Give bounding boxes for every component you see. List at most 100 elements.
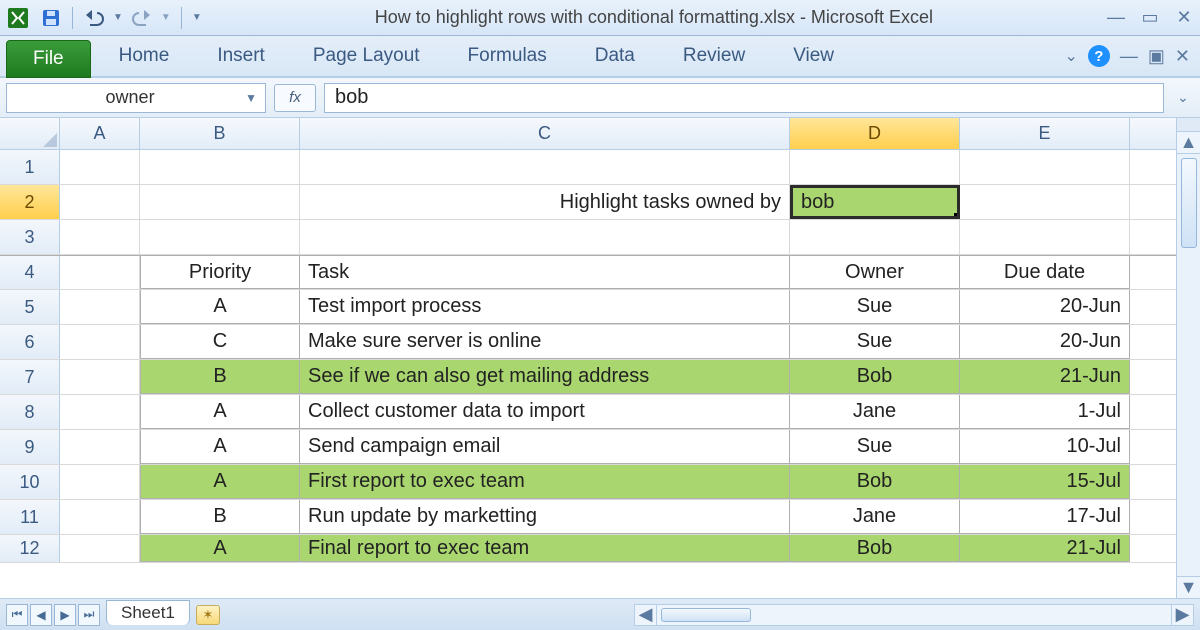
cell-b2[interactable] [140,185,300,219]
cell-task-9[interactable]: Send campaign email [300,430,790,464]
formula-input[interactable]: bob [324,83,1164,113]
cell-priority-9[interactable]: A [140,430,300,464]
sheet-nav-first-icon[interactable]: ⏮ [6,604,28,626]
workbook-minimize-icon[interactable]: — [1120,46,1138,67]
cell-c3[interactable] [300,220,790,254]
table-header-due[interactable]: Due date [960,256,1130,289]
row-header-1[interactable]: 1 [0,150,60,184]
row-header-4[interactable]: 4 [0,256,60,289]
row-header-12[interactable]: 12 [0,535,60,562]
cell-e3[interactable] [960,220,1130,254]
cell-task-12[interactable]: Final report to exec team [300,535,790,562]
scroll-left-icon[interactable]: ◀ [635,605,657,625]
cell-a11[interactable] [60,500,140,534]
cell-e2[interactable] [960,185,1130,219]
workbook-close-icon[interactable]: ✕ [1175,46,1190,67]
cell-task-7[interactable]: See if we can also get mailing address [300,360,790,394]
insert-function-button[interactable]: fx [274,84,316,112]
cell-a10[interactable] [60,465,140,499]
sheet-nav-next-icon[interactable]: ▶ [54,604,76,626]
save-icon[interactable] [40,7,62,29]
tab-formulas[interactable]: Formulas [444,36,571,76]
cell-owner-10[interactable]: Bob [790,465,960,499]
cell-a9[interactable] [60,430,140,464]
cell-task-8[interactable]: Collect customer data to import [300,395,790,429]
cell-due-6[interactable]: 20-Jun [960,325,1130,359]
tab-home[interactable]: Home [95,36,194,76]
qat-customize-icon[interactable]: ▼ [192,12,202,23]
cell-priority-7[interactable]: B [140,360,300,394]
name-box[interactable]: owner ▼ [6,83,266,113]
name-box-dropdown-icon[interactable]: ▼ [245,91,257,105]
cell-priority-5[interactable]: A [140,290,300,324]
scroll-right-icon[interactable]: ▶ [1171,605,1193,625]
table-header-owner[interactable]: Owner [790,256,960,289]
cell-a6[interactable] [60,325,140,359]
tab-view[interactable]: View [769,36,858,76]
cell-due-8[interactable]: 1-Jul [960,395,1130,429]
table-header-task[interactable]: Task [300,256,790,289]
cell-owner-7[interactable]: Bob [790,360,960,394]
tab-data[interactable]: Data [571,36,659,76]
column-header-d[interactable]: D [790,118,960,149]
cell-d2-active[interactable]: bob [790,185,960,219]
excel-app-icon[interactable] [6,6,30,30]
row-header-3[interactable]: 3 [0,220,60,254]
sheet-tab-sheet1[interactable]: Sheet1 [106,600,190,625]
cell-c1[interactable] [300,150,790,184]
minimize-icon[interactable]: — [1106,7,1126,28]
help-icon[interactable]: ? [1088,45,1110,67]
cell-task-11[interactable]: Run update by marketting [300,500,790,534]
cell-a7[interactable] [60,360,140,394]
undo-dropdown-icon[interactable]: ▼ [113,12,123,23]
split-box-icon[interactable] [1177,118,1200,132]
cell-due-9[interactable]: 10-Jul [960,430,1130,464]
redo-icon[interactable] [131,7,153,29]
new-sheet-icon[interactable]: ✶ [196,605,220,625]
cell-priority-11[interactable]: B [140,500,300,534]
redo-dropdown-icon[interactable]: ▼ [161,12,171,23]
cell-a3[interactable] [60,220,140,254]
cell-a12[interactable] [60,535,140,562]
cell-c2[interactable]: Highlight tasks owned by [300,185,790,219]
cell-d3[interactable] [790,220,960,254]
row-header-9[interactable]: 9 [0,430,60,464]
row-header-10[interactable]: 10 [0,465,60,499]
row-header-6[interactable]: 6 [0,325,60,359]
column-header-b[interactable]: B [140,118,300,149]
cell-due-7[interactable]: 21-Jun [960,360,1130,394]
cell-task-6[interactable]: Make sure server is online [300,325,790,359]
tab-insert[interactable]: Insert [193,36,289,76]
select-all-corner[interactable] [0,118,60,149]
cell-e1[interactable] [960,150,1130,184]
horizontal-scrollbar[interactable]: ◀ ▶ [634,604,1194,626]
table-header-priority[interactable]: Priority [140,256,300,289]
cell-priority-12[interactable]: A [140,535,300,562]
cell-task-10[interactable]: First report to exec team [300,465,790,499]
cell-a4[interactable] [60,256,140,289]
undo-icon[interactable] [83,7,105,29]
maximize-icon[interactable]: ▭ [1140,7,1160,28]
cell-d1[interactable] [790,150,960,184]
vertical-scrollbar[interactable]: ▲ ▼ [1176,118,1200,598]
cell-priority-6[interactable]: C [140,325,300,359]
close-icon[interactable]: ✕ [1174,7,1194,28]
cell-owner-6[interactable]: Sue [790,325,960,359]
row-header-7[interactable]: 7 [0,360,60,394]
scroll-up-icon[interactable]: ▲ [1177,132,1200,154]
tab-review[interactable]: Review [659,36,769,76]
cell-priority-10[interactable]: A [140,465,300,499]
ribbon-minimize-icon[interactable]: ⌄ [1064,46,1077,66]
scroll-down-icon[interactable]: ▼ [1177,576,1200,598]
cell-task-5[interactable]: Test import process [300,290,790,324]
workbook-restore-icon[interactable]: ▣ [1148,46,1165,67]
sheet-nav-last-icon[interactable]: ⏭ [78,604,100,626]
cell-a5[interactable] [60,290,140,324]
column-header-c[interactable]: C [300,118,790,149]
scroll-thumb-horizontal[interactable] [661,608,751,622]
row-header-5[interactable]: 5 [0,290,60,324]
file-tab[interactable]: File [6,40,91,78]
cell-a8[interactable] [60,395,140,429]
row-header-8[interactable]: 8 [0,395,60,429]
scroll-thumb-vertical[interactable] [1181,158,1197,248]
